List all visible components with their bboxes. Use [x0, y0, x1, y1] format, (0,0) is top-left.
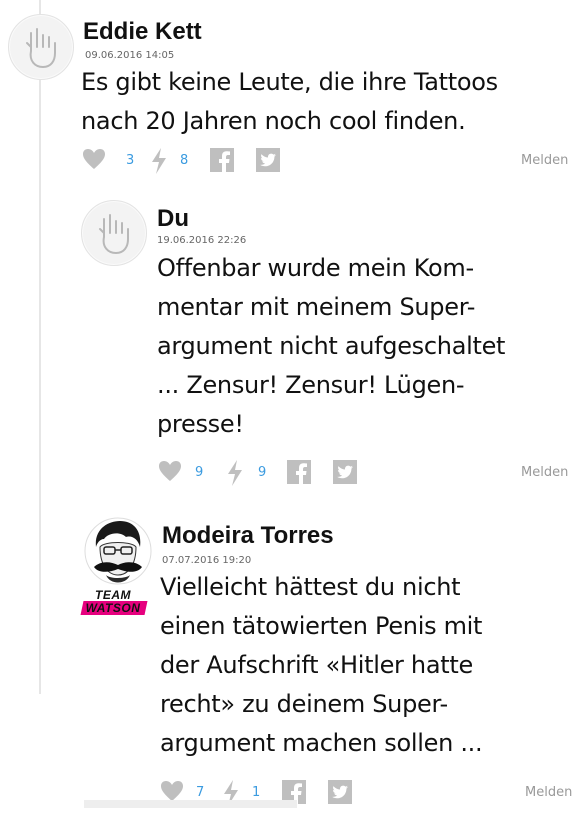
twitter-icon[interactable] [256, 148, 280, 172]
facebook-icon[interactable] [287, 460, 311, 484]
heart-icon[interactable] [160, 780, 184, 802]
avatar[interactable] [81, 200, 147, 266]
like-count: 9 [195, 465, 204, 480]
lightning-icon[interactable] [150, 148, 168, 174]
comment-date: 07.07.2016 19:20 [162, 555, 252, 566]
author-name[interactable]: Modeira Torres [162, 522, 334, 550]
divider [84, 800, 297, 808]
like-count: 7 [196, 785, 205, 800]
comment-date: 09.06.2016 14:05 [85, 50, 175, 61]
twitter-icon[interactable] [328, 780, 352, 804]
facebook-icon[interactable] [210, 148, 234, 172]
avatar[interactable] [8, 14, 74, 80]
author-name[interactable]: Du [157, 205, 189, 233]
comment-text: Offenbar wurde mein Kom- mentar mit mein… [157, 254, 506, 438]
heart-icon[interactable] [82, 148, 106, 170]
comment-text: Vielleicht hättest du nicht einen tätowi… [160, 573, 483, 757]
author-name[interactable]: Eddie Kett [83, 18, 202, 46]
avatar[interactable]: TEAM WATSON [80, 517, 154, 617]
comment-actions: 9 9 [158, 460, 358, 488]
comment-actions: 3 8 [82, 148, 282, 176]
report-link[interactable]: Melden [525, 785, 572, 800]
like-count: 3 [126, 153, 135, 168]
thread-line [39, 0, 41, 694]
rock-hand-icon [99, 214, 129, 255]
comment-text: Es gibt keine Leute, die ihre Tattoos na… [81, 68, 498, 135]
report-link[interactable]: Melden [521, 153, 568, 168]
comment-date: 19.06.2016 22:26 [157, 235, 247, 246]
bolt-count: 1 [252, 785, 261, 800]
rock-hand-icon [26, 28, 56, 69]
bolt-count: 8 [180, 153, 189, 168]
bolt-count: 9 [258, 465, 267, 480]
twitter-icon[interactable] [333, 460, 357, 484]
team-badge: TEAM WATSON [85, 588, 141, 615]
lightning-icon[interactable] [226, 460, 244, 486]
heart-icon[interactable] [158, 460, 182, 482]
report-link[interactable]: Melden [521, 465, 568, 480]
